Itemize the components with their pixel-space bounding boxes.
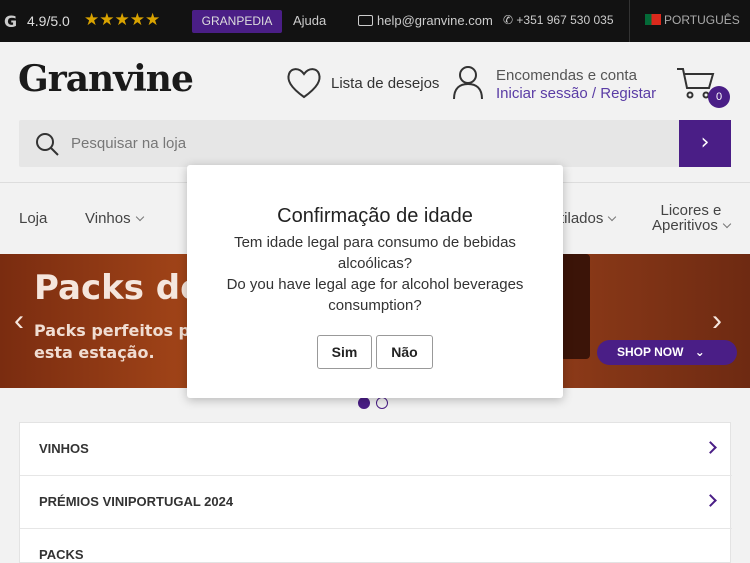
age-confirmation-modal: Confirmação de idade Tem idade legal par… xyxy=(187,165,563,398)
yes-button[interactable]: Sim xyxy=(317,335,372,369)
modal-question-pt: Tem idade legal para consumo de bebidas … xyxy=(234,234,516,272)
modal-title: Confirmação de idade xyxy=(277,205,473,227)
no-button[interactable]: Não xyxy=(376,335,433,369)
modal-question-en: Do you have legal age for alcohol bevera… xyxy=(226,276,524,314)
modal-body: Tem idade legal para consumo de bebidas … xyxy=(217,232,533,316)
